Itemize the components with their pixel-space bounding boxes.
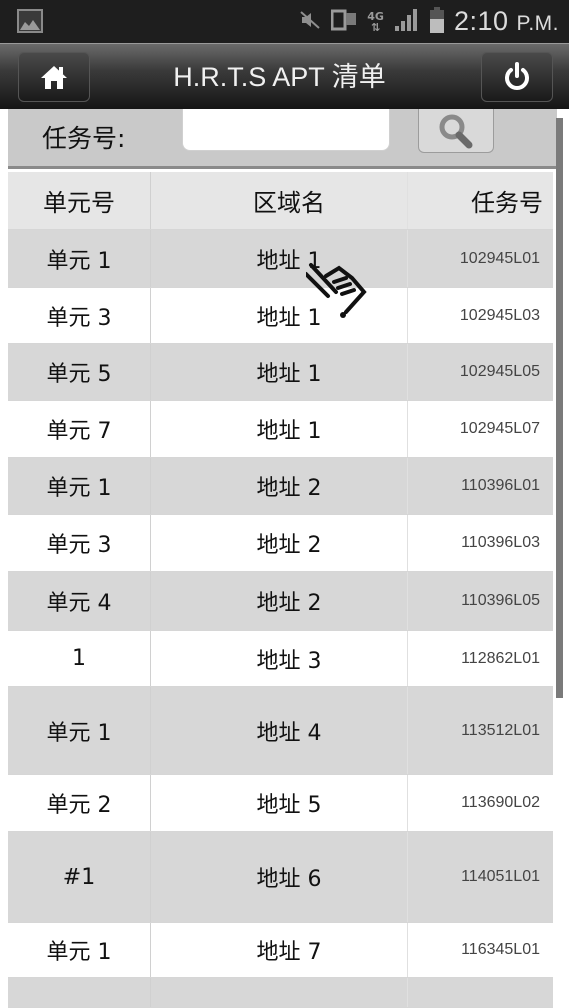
table-row[interactable]: 单元 3 地址 1 102945L03	[8, 288, 553, 344]
column-header-area[interactable]: 区域名	[151, 172, 408, 229]
task-number-cell: 110396L03	[461, 534, 540, 551]
hand-pointer-icon	[304, 262, 376, 326]
area-cell: 地址 2	[151, 572, 408, 630]
task-number-cell: 102945L07	[459, 420, 540, 437]
unit-cell: 单元 3	[8, 515, 151, 571]
table-row[interactable]: #1 地址 6 114051L01	[8, 832, 553, 923]
table-row[interactable]: 单元 1 地址 7 116345L01	[8, 923, 553, 978]
mute-icon	[299, 10, 321, 34]
unit-cell: #1	[8, 832, 151, 922]
task-number-cell: 113512L01	[461, 721, 540, 739]
search-bar: 任务号:	[8, 109, 557, 169]
clock-ampm: P.M.	[516, 12, 559, 35]
area-cell	[151, 978, 408, 1007]
unit-cell: 单元 1	[8, 687, 151, 774]
power-icon	[505, 62, 529, 90]
unit-cell: 单元 2	[8, 775, 151, 831]
task-number-input[interactable]	[182, 109, 390, 151]
area-cell: 地址 2	[151, 458, 408, 514]
unit-cell: 1	[8, 631, 151, 686]
unit-cell: 单元 5	[8, 344, 151, 400]
area-cell: 地址 1	[151, 344, 408, 400]
unit-cell: 单元 1	[8, 458, 151, 514]
task-number-cell: 110396L05	[461, 592, 540, 609]
table-row[interactable]: 单元 5 地址 1 102945L05	[8, 344, 553, 401]
task-number-cell: 102945L03	[459, 306, 540, 324]
gallery-icon	[17, 9, 43, 33]
unit-cell: 单元 1	[8, 923, 151, 977]
table-row[interactable]: 单元 7 地址 1 102945L07	[8, 401, 553, 458]
table-row[interactable]: 单元 2 地址 5 113690L02	[8, 775, 553, 832]
area-cell: 地址 7	[151, 923, 408, 977]
unit-cell: 单元 4	[8, 572, 151, 630]
table-row[interactable]: 单元 1 地址 1 102945L01	[8, 230, 553, 288]
area-cell: 地址 5	[151, 775, 408, 831]
scrollbar[interactable]	[556, 118, 563, 698]
area-cell: 地址 2	[151, 515, 408, 571]
task-number-cell: 116345L01	[461, 941, 540, 958]
task-number-cell: 102945L01	[459, 249, 540, 267]
task-number-cell: 102945L05	[459, 363, 540, 380]
unit-cell	[8, 978, 151, 1007]
task-number-cell	[408, 978, 553, 1007]
column-header-task[interactable]: 任务号	[408, 172, 553, 229]
table-row[interactable]: 单元 4 地址 2 110396L05	[8, 572, 553, 631]
title-bar: H.R.T.S APT 清单	[0, 43, 569, 109]
unit-cell: 单元 1	[8, 230, 151, 287]
area-cell: 地址 4	[151, 687, 408, 774]
task-number-label: 任务号:	[42, 124, 126, 153]
sd-card-icon	[330, 9, 357, 35]
clock: 2:10 P.M.	[454, 6, 559, 37]
area-cell: 地址 3	[151, 631, 408, 686]
table-row[interactable]: 1 地址 3 112862L01	[8, 631, 553, 687]
status-bar: 4G ⇅ 2:10 P.M.	[0, 0, 569, 43]
4g-data-icon: 4G ⇅	[367, 9, 384, 34]
column-header-unit[interactable]: 单元号	[8, 172, 151, 229]
home-button[interactable]	[18, 52, 90, 102]
task-number-cell: 110396L01	[461, 477, 540, 494]
area-cell: 地址 6	[151, 832, 408, 922]
search-icon	[439, 114, 473, 148]
table-row[interactable]	[8, 978, 553, 1008]
task-number-cell: 112862L01	[461, 649, 540, 667]
table-row[interactable]: 单元 1 地址 2 110396L01	[8, 458, 553, 515]
unit-cell: 单元 3	[8, 288, 151, 343]
power-button[interactable]	[481, 52, 553, 102]
network-type-label: 4G	[367, 9, 384, 23]
area-cell: 地址 1	[151, 401, 408, 457]
home-icon	[41, 66, 67, 89]
search-button[interactable]	[418, 109, 494, 153]
table-row[interactable]: 单元 3 地址 2 110396L03	[8, 515, 553, 572]
task-number-cell: 114051L01	[461, 868, 540, 885]
clock-time: 2:10	[453, 6, 509, 36]
unit-cell: 单元 7	[8, 401, 151, 457]
task-table: 单元号 区域名 任务号 单元 1 地址 1 102945L01 单元 3 地址 1 102…	[8, 172, 553, 1008]
signal-icon	[394, 8, 420, 36]
table-header: 单元号 区域名 任务号	[8, 172, 553, 230]
table-row[interactable]: 单元 1 地址 4 113512L01	[8, 687, 553, 775]
battery-icon	[429, 6, 444, 37]
task-number-cell: 113690L02	[461, 794, 540, 811]
